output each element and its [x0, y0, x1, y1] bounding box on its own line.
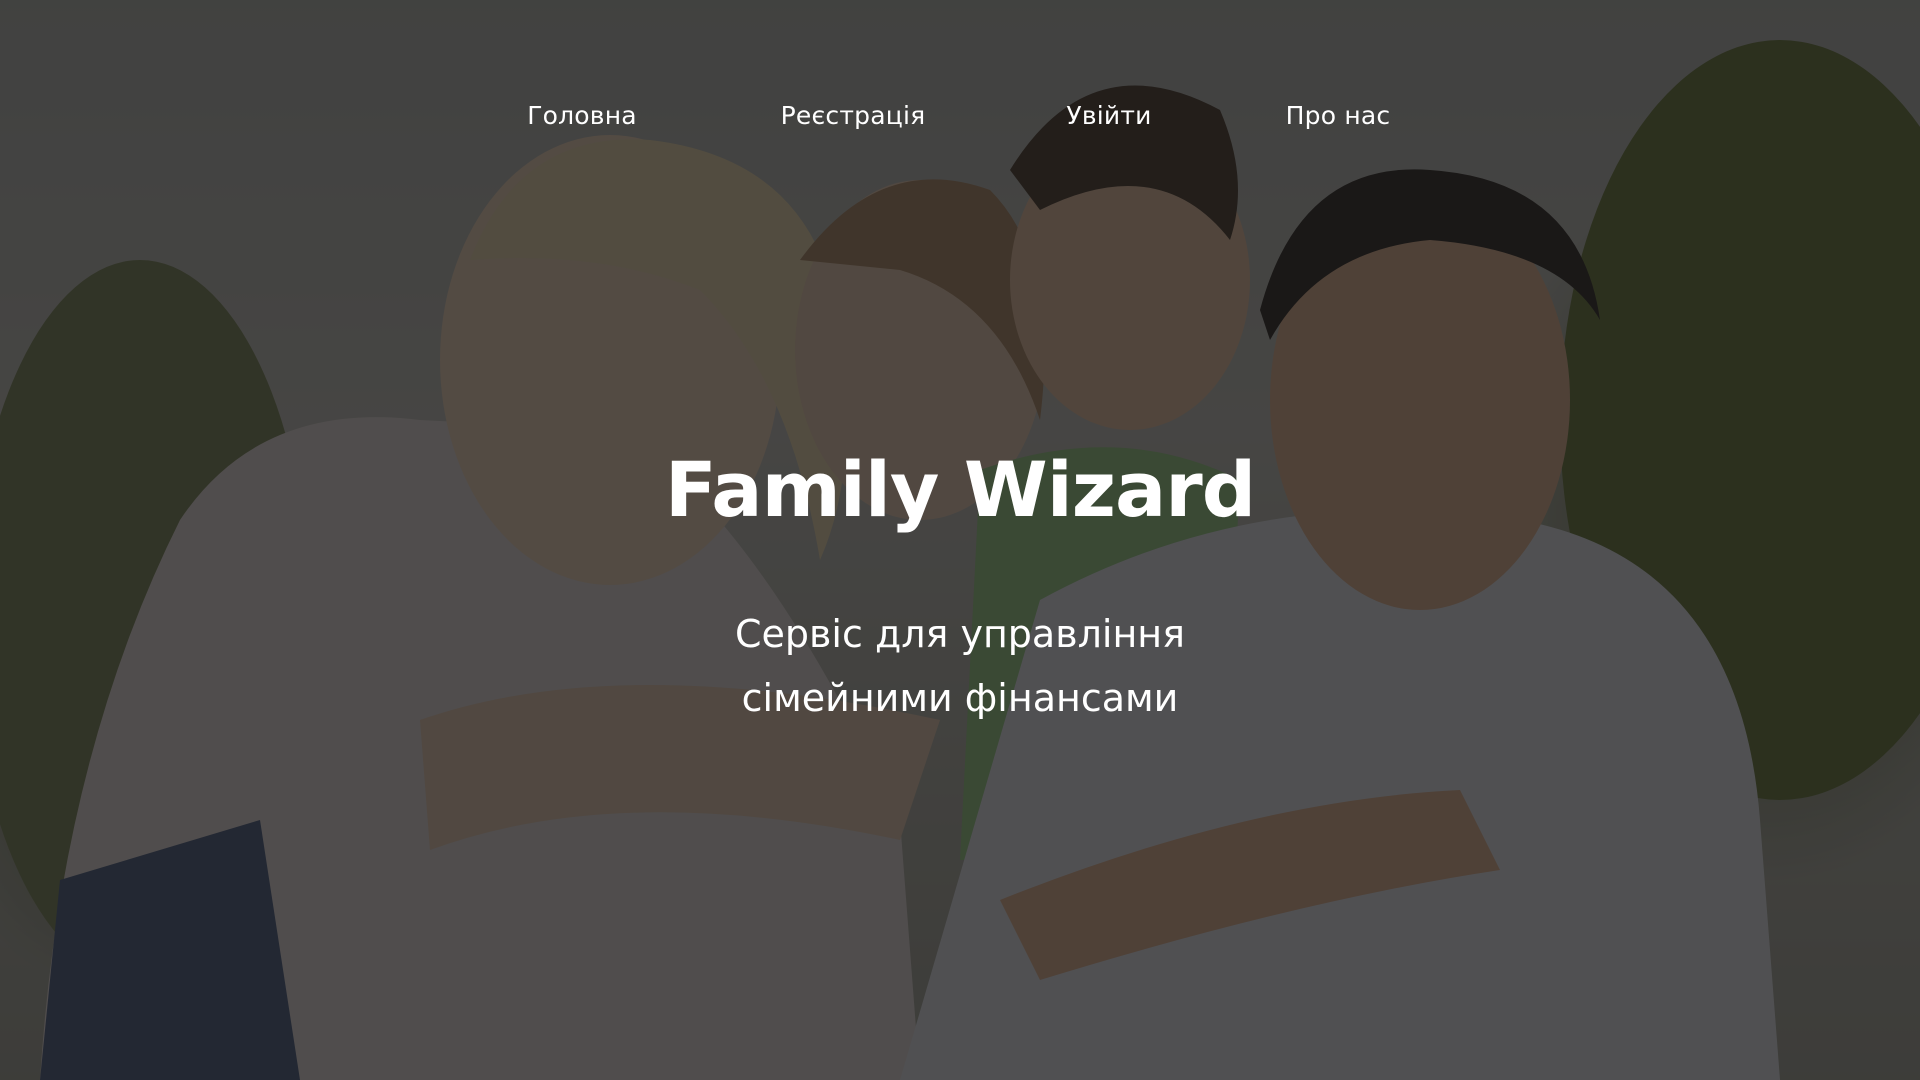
- dark-overlay: [0, 0, 1920, 1080]
- nav-link-login[interactable]: Увійти: [1066, 96, 1151, 136]
- nav-link-home[interactable]: Головна: [527, 96, 637, 136]
- nav-link-about[interactable]: Про нас: [1286, 96, 1391, 136]
- main-navigation: Головна Реєстрація Увійти Про нас: [0, 96, 1920, 136]
- hero-subtitle-line-1: Сервіс для управління: [735, 612, 1185, 656]
- hero-subtitle-line-2: сімейними фінансами: [741, 676, 1179, 720]
- nav-link-register[interactable]: Реєстрація: [781, 96, 926, 136]
- hero-title: Family Wizard: [664, 445, 1256, 534]
- hero-section: Головна Реєстрація Увійти Про нас Family…: [0, 0, 1920, 1080]
- hero-subtitle: Сервіс для управління сімейними фінансам…: [0, 602, 1920, 730]
